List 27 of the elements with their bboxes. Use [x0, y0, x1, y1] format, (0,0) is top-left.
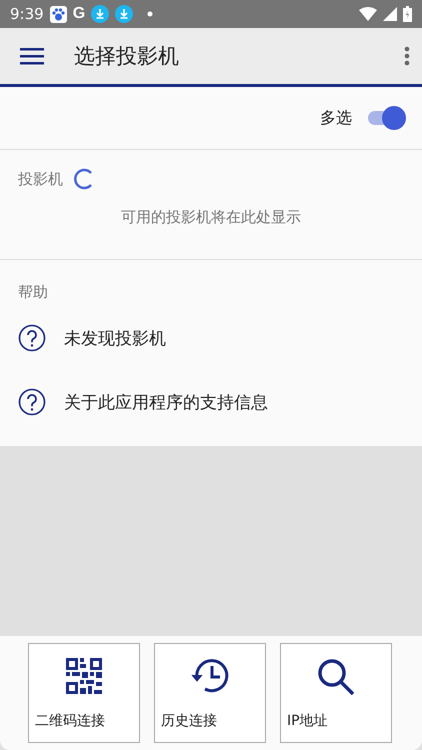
- section-header: 投影机: [18, 170, 63, 188]
- multi-select-switch[interactable]: [366, 105, 406, 131]
- battery-icon: [403, 6, 412, 22]
- section-header: 帮助: [18, 283, 48, 301]
- empty-message: 可用的投影机将在此处显示: [120, 208, 302, 227]
- help-icon: [18, 324, 46, 352]
- qr-code-icon: [66, 658, 102, 694]
- clock: 9:39: [10, 5, 44, 23]
- connect-button[interactable]: IP地址: [280, 643, 392, 743]
- help-icon: [18, 388, 46, 416]
- dot-icon: [147, 11, 154, 17]
- wifi-icon: [359, 7, 377, 21]
- connect-button[interactable]: 二维码连接: [28, 643, 140, 743]
- help-link[interactable]: 未发现投影机: [64, 326, 166, 350]
- google-letter: G: [72, 5, 86, 23]
- download-icon: [115, 5, 134, 23]
- history-icon: [190, 658, 230, 694]
- signal-icon: [383, 7, 397, 21]
- more-options-icon[interactable]: [404, 46, 410, 66]
- help-link[interactable]: 关于此应用程序的支持信息: [64, 390, 268, 414]
- search-icon: [317, 658, 355, 696]
- screen-title: 选择投影机: [74, 43, 180, 70]
- multi-select-label: 多选: [320, 108, 352, 128]
- paw-icon: [50, 6, 67, 22]
- connect-button[interactable]: 历史连接: [154, 643, 266, 743]
- menu-icon[interactable]: [20, 47, 44, 65]
- download-icon: [91, 5, 110, 23]
